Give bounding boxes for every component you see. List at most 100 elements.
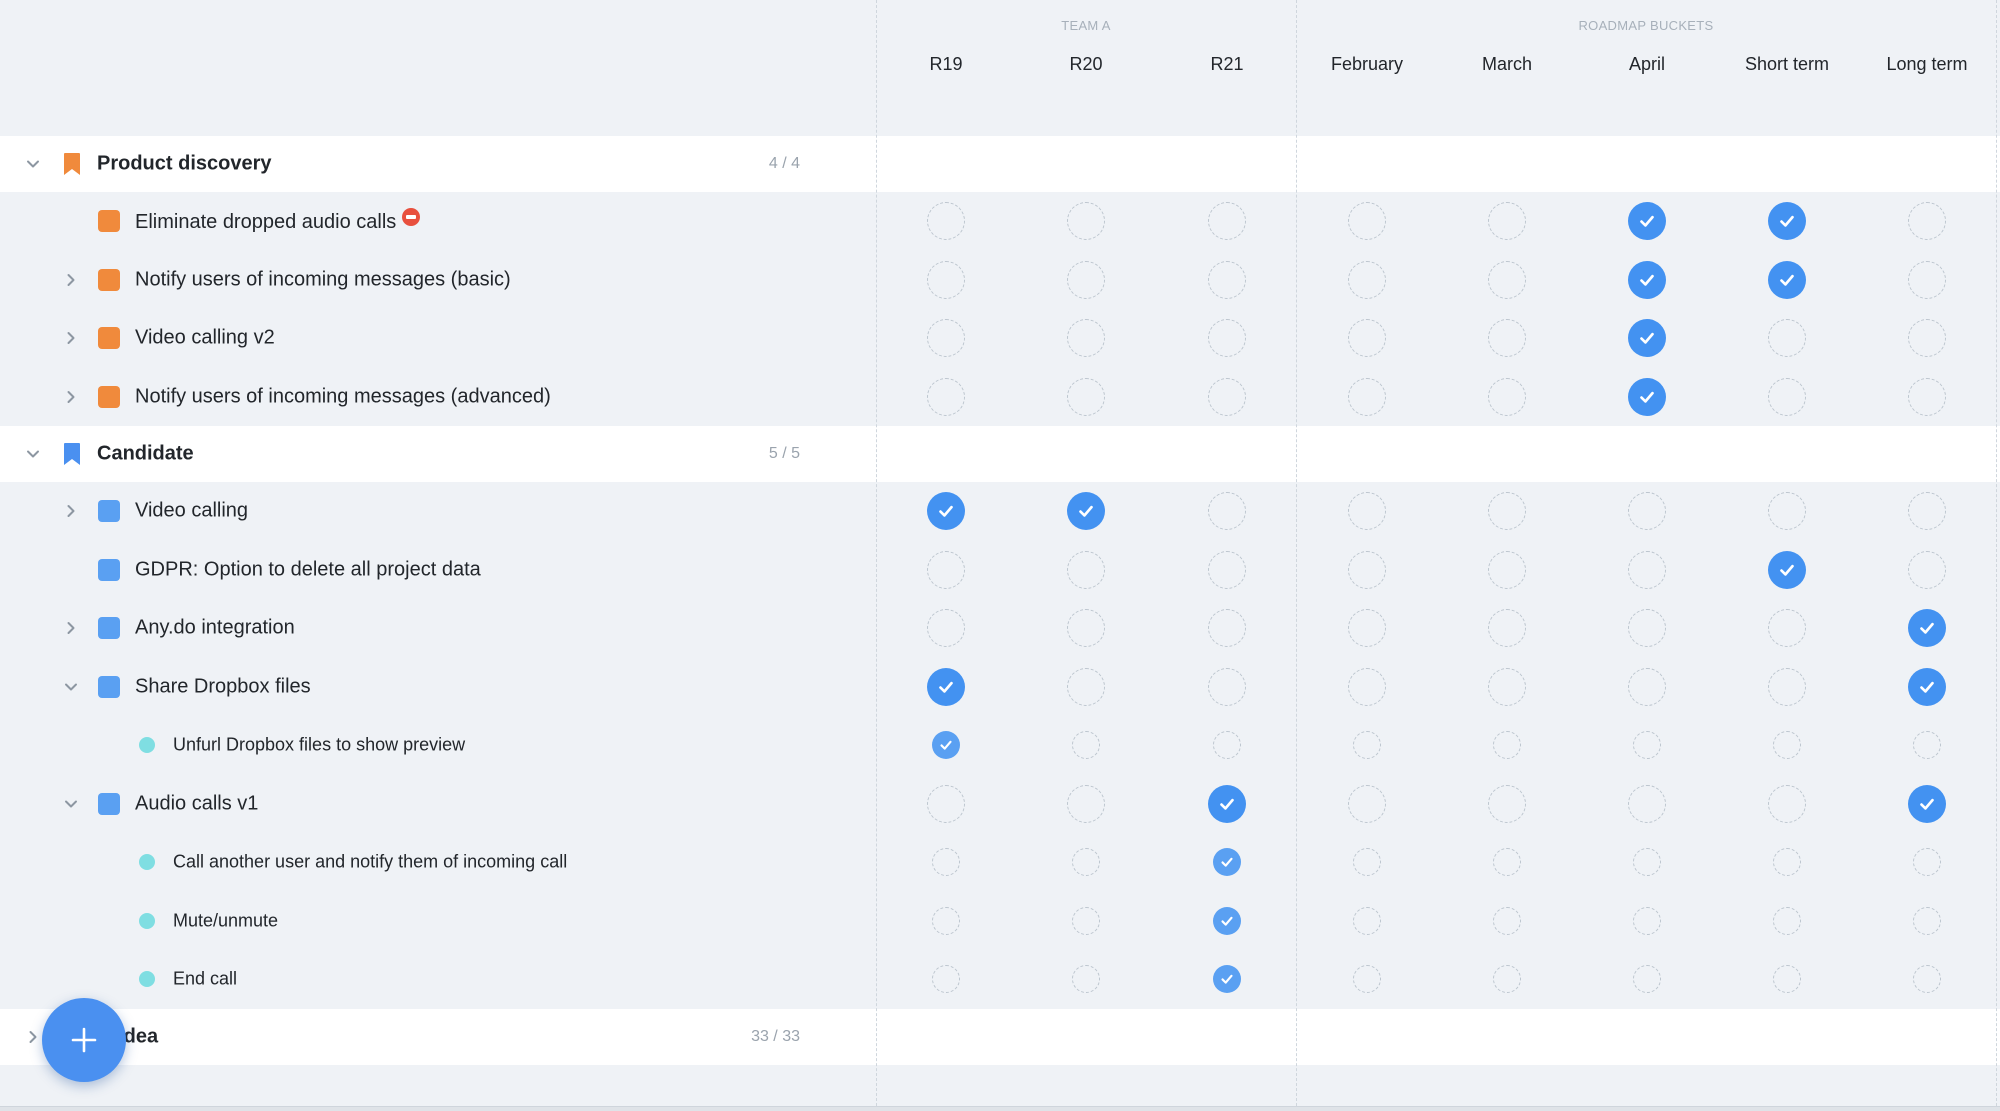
cell-r20-empty[interactable] <box>1067 609 1105 648</box>
cell-april-empty[interactable] <box>1628 609 1666 648</box>
cell-short-term-empty[interactable] <box>1768 609 1806 648</box>
cell-short-term-empty[interactable] <box>1768 784 1806 823</box>
cell-march-empty[interactable] <box>1488 550 1526 589</box>
cell-r20-checked[interactable] <box>1067 492 1105 531</box>
collapse-item-button[interactable] <box>60 676 82 698</box>
cell-short-term-empty[interactable] <box>1773 906 1801 935</box>
cell-long-term-empty[interactable] <box>1913 965 1941 994</box>
cell-r20-empty[interactable] <box>1067 550 1105 589</box>
cell-february-empty[interactable] <box>1348 609 1386 648</box>
subtask-title[interactable]: Call another user and notify them of inc… <box>173 852 567 873</box>
cell-april-empty[interactable] <box>1633 848 1661 877</box>
cell-february-empty[interactable] <box>1353 731 1381 760</box>
cell-long-term-empty[interactable] <box>1913 906 1941 935</box>
cell-r21-checked[interactable] <box>1208 784 1246 823</box>
cell-april-checked[interactable] <box>1628 202 1666 241</box>
subtask-title[interactable]: Unfurl Dropbox files to show preview <box>173 735 465 756</box>
cell-february-empty[interactable] <box>1348 784 1386 823</box>
cell-r19-empty[interactable] <box>927 784 965 823</box>
cell-long-term-empty[interactable] <box>1908 550 1946 589</box>
feature-title[interactable]: GDPR: Option to delete all project data <box>135 558 481 581</box>
cell-april-empty[interactable] <box>1633 906 1661 935</box>
cell-april-empty[interactable] <box>1628 550 1666 589</box>
cell-february-empty[interactable] <box>1348 260 1386 299</box>
expand-item-button[interactable] <box>60 327 82 349</box>
expand-item-button[interactable] <box>60 617 82 639</box>
cell-february-empty[interactable] <box>1353 848 1381 877</box>
cell-short-term-empty[interactable] <box>1773 731 1801 760</box>
cell-long-term-empty[interactable] <box>1908 377 1946 416</box>
cell-r21-empty[interactable] <box>1208 550 1246 589</box>
cell-r19-empty[interactable] <box>932 965 960 994</box>
column-header-february[interactable]: February <box>1297 54 1437 75</box>
cell-short-term-empty[interactable] <box>1768 377 1806 416</box>
horizontal-scrollbar[interactable] <box>0 1106 2000 1111</box>
cell-short-term-checked[interactable] <box>1768 550 1806 589</box>
cell-february-empty[interactable] <box>1353 965 1381 994</box>
cell-short-term-empty[interactable] <box>1773 965 1801 994</box>
cell-february-empty[interactable] <box>1348 492 1386 531</box>
cell-r20-empty[interactable] <box>1067 319 1105 358</box>
cell-april-empty[interactable] <box>1633 731 1661 760</box>
column-header-long-term[interactable]: Long term <box>1857 54 1997 75</box>
cell-february-empty[interactable] <box>1353 906 1381 935</box>
feature-title[interactable]: Share Dropbox files <box>135 675 311 698</box>
cell-r21-checked[interactable] <box>1213 848 1241 877</box>
cell-long-term-checked[interactable] <box>1908 609 1946 648</box>
column-header-march[interactable]: March <box>1437 54 1577 75</box>
cell-march-empty[interactable] <box>1493 906 1521 935</box>
add-button[interactable] <box>42 998 126 1082</box>
cell-r19-empty[interactable] <box>927 202 965 241</box>
cell-r19-checked[interactable] <box>927 492 965 531</box>
cell-r21-checked[interactable] <box>1213 965 1241 994</box>
collapse-item-button[interactable] <box>60 793 82 815</box>
cell-march-empty[interactable] <box>1488 609 1526 648</box>
feature-title[interactable]: Eliminate dropped audio calls <box>135 208 421 234</box>
cell-february-empty[interactable] <box>1348 319 1386 358</box>
column-header-r19[interactable]: R19 <box>876 54 1016 75</box>
subtask-title[interactable]: Mute/unmute <box>173 910 278 931</box>
cell-r20-empty[interactable] <box>1067 260 1105 299</box>
cell-april-empty[interactable] <box>1628 667 1666 706</box>
cell-short-term-checked[interactable] <box>1768 202 1806 241</box>
cell-r19-empty[interactable] <box>932 906 960 935</box>
cell-long-term-empty[interactable] <box>1908 202 1946 241</box>
column-header-short-term[interactable]: Short term <box>1717 54 1857 75</box>
cell-february-empty[interactable] <box>1348 377 1386 416</box>
cell-long-term-empty[interactable] <box>1908 260 1946 299</box>
cell-february-empty[interactable] <box>1348 202 1386 241</box>
expand-item-button[interactable] <box>60 500 82 522</box>
cell-april-empty[interactable] <box>1628 784 1666 823</box>
cell-r19-checked[interactable] <box>927 667 965 706</box>
cell-short-term-empty[interactable] <box>1768 667 1806 706</box>
cell-r19-empty[interactable] <box>927 550 965 589</box>
group-title[interactable]: Candidate <box>97 443 194 466</box>
expand-item-button[interactable] <box>60 386 82 408</box>
cell-r20-empty[interactable] <box>1072 906 1100 935</box>
cell-february-empty[interactable] <box>1348 550 1386 589</box>
cell-march-empty[interactable] <box>1488 202 1526 241</box>
feature-title[interactable]: Video calling v2 <box>135 327 275 350</box>
cell-r21-empty[interactable] <box>1208 260 1246 299</box>
cell-short-term-checked[interactable] <box>1768 260 1806 299</box>
cell-march-empty[interactable] <box>1488 377 1526 416</box>
cell-r20-empty[interactable] <box>1072 965 1100 994</box>
cell-r21-empty[interactable] <box>1208 202 1246 241</box>
cell-r20-empty[interactable] <box>1067 667 1105 706</box>
cell-march-empty[interactable] <box>1493 965 1521 994</box>
feature-title[interactable]: Video calling <box>135 500 248 523</box>
cell-april-checked[interactable] <box>1628 319 1666 358</box>
cell-r21-empty[interactable] <box>1208 492 1246 531</box>
cell-long-term-empty[interactable] <box>1908 492 1946 531</box>
cell-r20-empty[interactable] <box>1067 784 1105 823</box>
cell-short-term-empty[interactable] <box>1768 492 1806 531</box>
cell-short-term-empty[interactable] <box>1768 319 1806 358</box>
cell-r21-empty[interactable] <box>1213 731 1241 760</box>
cell-march-empty[interactable] <box>1488 492 1526 531</box>
column-header-r20[interactable]: R20 <box>1016 54 1156 75</box>
collapse-group-button[interactable] <box>22 153 44 175</box>
cell-short-term-empty[interactable] <box>1773 848 1801 877</box>
cell-march-empty[interactable] <box>1493 731 1521 760</box>
cell-april-empty[interactable] <box>1633 965 1661 994</box>
cell-r21-empty[interactable] <box>1208 609 1246 648</box>
